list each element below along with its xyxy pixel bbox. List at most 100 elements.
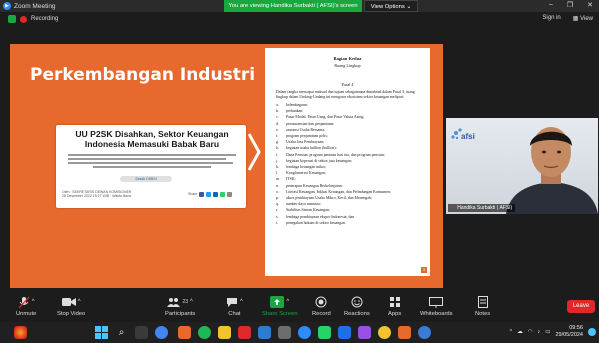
app-icon-green[interactable] [198, 326, 211, 339]
app-icon-gray[interactable] [278, 326, 291, 339]
email-icon [227, 192, 233, 197]
record-button[interactable]: Record [312, 294, 331, 317]
header-right: Sign in ▦ View [542, 15, 593, 22]
view-options-button[interactable]: View Options ⌄ [364, 0, 418, 12]
reactions-button[interactable]: Reactions [344, 294, 370, 317]
share-label: Share [188, 192, 198, 196]
page-number: 3 [421, 267, 427, 273]
share-screen-button[interactable]: ^ Share Screen [262, 294, 297, 317]
app-icon-orange[interactable] [398, 326, 411, 339]
chevron-down-icon: ⌄ [406, 4, 412, 10]
afsi-logo-icon: afsi [451, 128, 475, 141]
sign-in-link[interactable]: Sign in [542, 15, 560, 22]
minimize-icon[interactable]: – [549, 1, 553, 9]
doc-list-letter: t. [276, 220, 279, 225]
title-bar: ▶ Zoom Meeting You are viewing Handika S… [0, 0, 599, 12]
stop-video-label: Stop Video [57, 311, 86, 317]
microphone-muted-icon: ^ [18, 294, 35, 310]
participant-name: Handika Surbakti ( AFSI) [457, 205, 513, 211]
smiley-icon [351, 294, 363, 310]
window-title: Zoom Meeting [14, 2, 56, 10]
article-title: UU P2SK Disahkan, Sektor Keuangan Indone… [64, 129, 240, 149]
wifi-icon[interactable]: ◠ [528, 329, 533, 335]
meeting-header: Recording Sign in ▦ View [0, 12, 599, 26]
doc-intro: Dalam rangka mencapai maksud dan tujuan … [276, 90, 415, 99]
zoom-taskbar-icon[interactable] [298, 326, 311, 339]
chat-button[interactable]: ^ Chat [226, 294, 243, 317]
participant-video-tile[interactable]: afsi ✕ Handika Surbakti ( AFSI) [446, 118, 598, 214]
app-icon-blue-round[interactable] [418, 326, 431, 339]
participant-person [506, 127, 598, 214]
doc-article-number: Pasal 4 [341, 82, 354, 87]
meeting-toolbar: ^ Unmute ^ Stop Video 23 ^ Participants … [0, 292, 599, 322]
app-icon-red[interactable] [238, 326, 251, 339]
unmute-button[interactable]: ^ Unmute [16, 294, 36, 317]
leave-button[interactable]: Leave [567, 300, 595, 313]
shield-icon[interactable] [8, 15, 16, 23]
stop-video-button[interactable]: ^ Stop Video [57, 294, 85, 317]
windows-start-icon[interactable] [95, 326, 108, 339]
facebook-icon [199, 192, 205, 197]
participant-name-tag: ✕ Handika Surbakti ( AFSI) [448, 204, 516, 212]
video-camera-icon: ^ [61, 294, 81, 310]
article-title-line-2: Indonesia Memasuki Babak Baru [84, 139, 220, 149]
task-view-icon[interactable] [135, 326, 148, 339]
law-document-page: Bagian Kedua Ruang Lingkup Pasal 4 Dalam… [265, 48, 430, 276]
grid-icon: ▦ [572, 16, 579, 22]
microphone-muted-icon: ✕ [451, 205, 456, 211]
share-screen-icon: ^ [270, 294, 289, 310]
apps-icon [389, 294, 401, 310]
zoom-logo-icon: ▶ [3, 2, 11, 10]
powerpoint-icon[interactable] [178, 326, 191, 339]
window-controls: – ❐ ✕ [549, 1, 593, 9]
word-icon[interactable] [258, 326, 271, 339]
chrome-icon[interactable] [155, 326, 168, 339]
app-icon-purple[interactable] [358, 326, 371, 339]
view-button[interactable]: ▦ View [573, 15, 593, 22]
clock[interactable]: 09:56 29/05/2024 [555, 325, 583, 338]
screen-share-banner: You are viewing Handika Surbakti ( AFSI)… [224, 0, 362, 12]
whatsapp-taskbar-icon[interactable] [318, 326, 331, 339]
apps-button[interactable]: Apps [388, 294, 401, 317]
doc-item-list: a. kelembagaan; b. perbankan; c. Pasar Modal,… [276, 102, 419, 226]
search-icon[interactable]: ⌕ [115, 326, 128, 339]
twitter-icon [206, 192, 212, 197]
share-screen-label: Share Screen [262, 311, 298, 317]
zoom-window: ▶ Zoom Meeting You are viewing Handika S… [0, 0, 599, 343]
restore-icon[interactable]: ❐ [567, 1, 573, 9]
battery-icon[interactable]: ▭ [545, 329, 550, 335]
cloud-icon[interactable]: ☁ [517, 329, 523, 335]
record-icon [315, 294, 327, 310]
system-tray: ^ ☁ ◠ ♪ ▭ 09:56 29/05/2024 [510, 325, 596, 338]
doc-heading: Bagian Kedua [333, 56, 362, 61]
share-buttons: Share [188, 192, 233, 197]
doc-list-item: t. penegakan hukum di sektor keuangan. [276, 220, 419, 226]
chevron-right-icon [247, 133, 261, 171]
windows-taskbar: ⌕ ^ ☁ ◠ ♪ ▭ 09:56 29/05/2024 [0, 322, 599, 343]
participants-button[interactable]: 23 ^ Participants [165, 294, 195, 317]
participants-count: 23 [182, 299, 189, 305]
recording-label: Recording [31, 16, 59, 22]
notification-bell-icon[interactable] [588, 327, 596, 336]
file-explorer-icon[interactable] [218, 326, 231, 339]
notes-button[interactable]: Notes [475, 294, 490, 317]
clock-date: 29/05/2024 [555, 331, 583, 338]
article-body-text [68, 152, 236, 170]
speaker-icon[interactable]: ♪ [538, 329, 541, 335]
chat-label: Chat [228, 311, 241, 317]
author-badge: Sekdir DSBSI [120, 176, 172, 182]
participants-label: Participants [165, 311, 196, 317]
whiteboards-button[interactable]: Whiteboards [420, 294, 453, 317]
recording-indicator[interactable]: Recording [8, 15, 58, 23]
notes-icon [477, 294, 488, 310]
chrome-alt-icon[interactable] [378, 326, 391, 339]
close-icon[interactable]: ✕ [587, 1, 593, 9]
record-label: Record [312, 311, 331, 317]
unmute-label: Unmute [16, 311, 37, 317]
app-title: ▶ Zoom Meeting [3, 2, 56, 10]
weather-widget-icon[interactable] [14, 326, 27, 339]
app-icon-blue[interactable] [338, 326, 351, 339]
afsi-logo-text: afsi [461, 132, 475, 141]
whiteboard-icon [429, 294, 444, 310]
chevron-up-icon[interactable]: ^ [510, 329, 513, 335]
